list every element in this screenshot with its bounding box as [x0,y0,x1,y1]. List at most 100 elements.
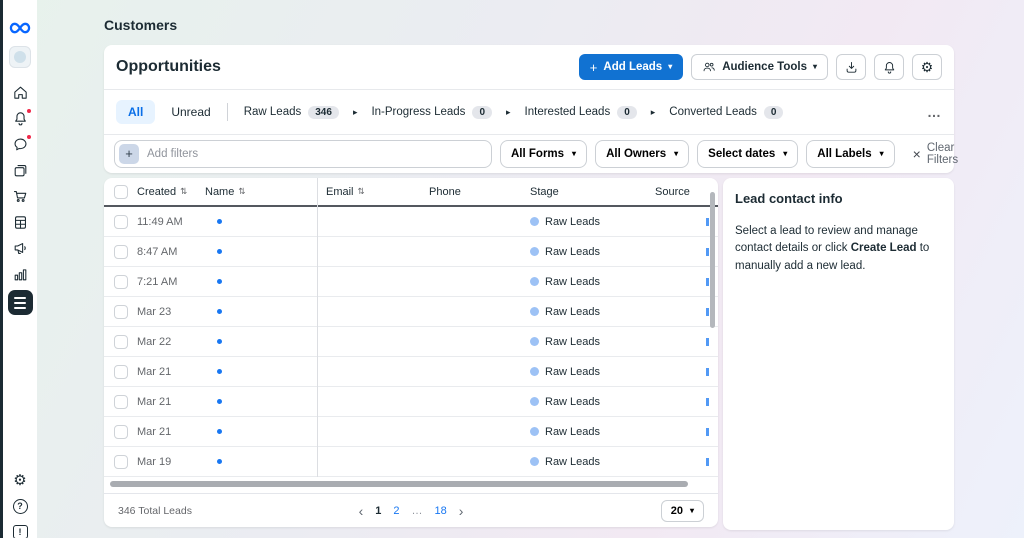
row-checkbox[interactable] [114,245,128,259]
add-filters-input[interactable]: + [114,140,492,168]
row-checkbox[interactable] [114,275,128,289]
count-badge: 0 [617,106,637,119]
sidebar-item-messages[interactable] [3,131,37,157]
sidebar-item-help[interactable]: ? [3,493,37,519]
select-dates-dropdown[interactable]: Select dates ▾ [697,140,798,168]
row-checkbox[interactable] [114,395,128,409]
home-icon [12,84,29,101]
stage-cell: Raw Leads [527,306,650,318]
source-cell [650,218,718,226]
meta-logo-icon[interactable] [3,15,37,41]
sidebar-item-feedback[interactable]: ! [3,519,37,538]
horizontal-scrollbar[interactable] [110,481,688,487]
tab-all[interactable]: All [116,100,155,124]
table-row[interactable]: Mar 21 Raw Leads [104,417,718,447]
table-row[interactable]: Mar 23 Raw Leads [104,297,718,327]
source-cell [650,308,718,316]
row-checkbox[interactable] [114,455,128,469]
table-row[interactable]: Mar 22 Raw Leads [104,327,718,357]
sidebar-item-billing[interactable] [3,209,37,235]
stage-dot [530,397,539,406]
clipped-source-text [706,398,709,406]
add-leads-button[interactable]: + Add Leads ▾ [579,54,683,80]
create-lead-emphasis: Create Lead [851,242,917,254]
dropdown-label: All Labels [817,148,871,160]
sidebar-item-settings[interactable]: ⚙ [3,467,37,493]
vertical-scrollbar[interactable] [710,192,715,328]
business-avatar[interactable] [9,46,31,68]
sidebar-item-notifications[interactable] [3,105,37,131]
tab-raw-leads[interactable]: Raw Leads 346 [244,106,339,119]
chat-icon [12,136,29,153]
table-row[interactable]: Mar 21 Raw Leads [104,357,718,387]
more-options-button[interactable]: … [927,104,942,120]
sidebar-item-all-tools[interactable] [3,287,37,313]
sidebar: ⚙ ? ! [3,0,37,538]
column-email[interactable]: Email ⇅ [317,186,424,198]
avatar-image [14,51,26,63]
download-icon [844,60,859,75]
sidebar-item-commerce[interactable] [3,183,37,209]
sidebar-item-ads[interactable] [3,235,37,261]
sidebar-item-home[interactable] [3,79,37,105]
unread-dot [217,459,222,464]
select-all-checkbox[interactable] [114,185,128,199]
chevron-down-icon: ▾ [572,150,576,158]
page-size-value: 20 [671,505,683,517]
source-cell [650,368,718,376]
clipped-source-text [706,368,709,376]
all-forms-dropdown[interactable]: All Forms ▾ [500,140,587,168]
clipped-source-text [706,458,709,466]
chevron-down-icon: ▾ [674,150,678,158]
add-leads-label: Add Leads [603,61,662,73]
page-2[interactable]: 2 [393,505,399,517]
notifications-button[interactable] [874,54,904,80]
clipped-source-text [706,428,709,436]
table-row[interactable]: 11:49 AM Raw Leads [104,207,718,237]
chevron-down-icon: ▾ [668,63,672,71]
table-row[interactable]: Mar 19 Raw Leads [104,447,718,477]
cart-icon [12,188,29,205]
table-row[interactable]: 7:21 AM Raw Leads [104,267,718,297]
tab-unread[interactable]: Unread [171,105,210,119]
chevron-down-icon: ▾ [880,150,884,158]
stage-cell: Raw Leads [527,216,650,228]
row-checkbox[interactable] [114,425,128,439]
sidebar-item-pages[interactable] [3,157,37,183]
add-filter-icon[interactable]: + [119,144,139,164]
opportunities-card: Opportunities + Add Leads ▾ Audience Too… [104,45,954,173]
table-row[interactable]: Mar 21 Raw Leads [104,387,718,417]
sidebar-item-insights[interactable] [3,261,37,287]
tab-in-progress-leads[interactable]: In-Progress Leads 0 [371,106,492,119]
filters-text-input[interactable] [147,148,487,160]
table-row[interactable]: 8:47 AM Raw Leads [104,237,718,267]
all-labels-dropdown[interactable]: All Labels ▾ [806,140,894,168]
filter-row: + All Forms ▾ All Owners ▾ Select dates … [104,135,954,172]
row-checkbox[interactable] [114,335,128,349]
export-leads-button[interactable] [836,54,866,80]
page-size-dropdown[interactable]: 20 ▾ [661,500,704,522]
audience-tools-button[interactable]: Audience Tools ▾ [691,54,828,80]
row-checkbox[interactable] [114,215,128,229]
row-checkbox[interactable] [114,365,128,379]
source-cell [650,398,718,406]
chevron-down-icon: ▾ [813,63,817,71]
panel-body: Select a lead to review and manage conta… [735,223,942,275]
page-1[interactable]: 1 [375,505,381,517]
chevron-down-icon: ▾ [783,150,787,158]
table-header-row: Created ⇅ Name ⇅ Email ⇅ Phone Stage Sou… [104,178,718,207]
column-name[interactable]: Name ⇅ [200,186,317,198]
clear-filters-button[interactable]: × Clear Filters [913,142,958,166]
settings-button[interactable]: ⚙ [912,54,942,80]
page-18[interactable]: 18 [435,505,447,517]
row-checkbox[interactable] [114,305,128,319]
all-owners-dropdown[interactable]: All Owners ▾ [595,140,689,168]
tab-converted-leads[interactable]: Converted Leads 0 [669,106,783,119]
hamburger-menu-icon [8,290,33,315]
column-created[interactable]: Created ⇅ [132,186,200,198]
stage-dot [530,457,539,466]
prev-page-icon[interactable]: ‹ [359,503,364,519]
tab-interested-leads[interactable]: Interested Leads 0 [525,106,637,119]
column-source: Source [650,186,718,198]
next-page-icon[interactable]: › [459,503,464,519]
